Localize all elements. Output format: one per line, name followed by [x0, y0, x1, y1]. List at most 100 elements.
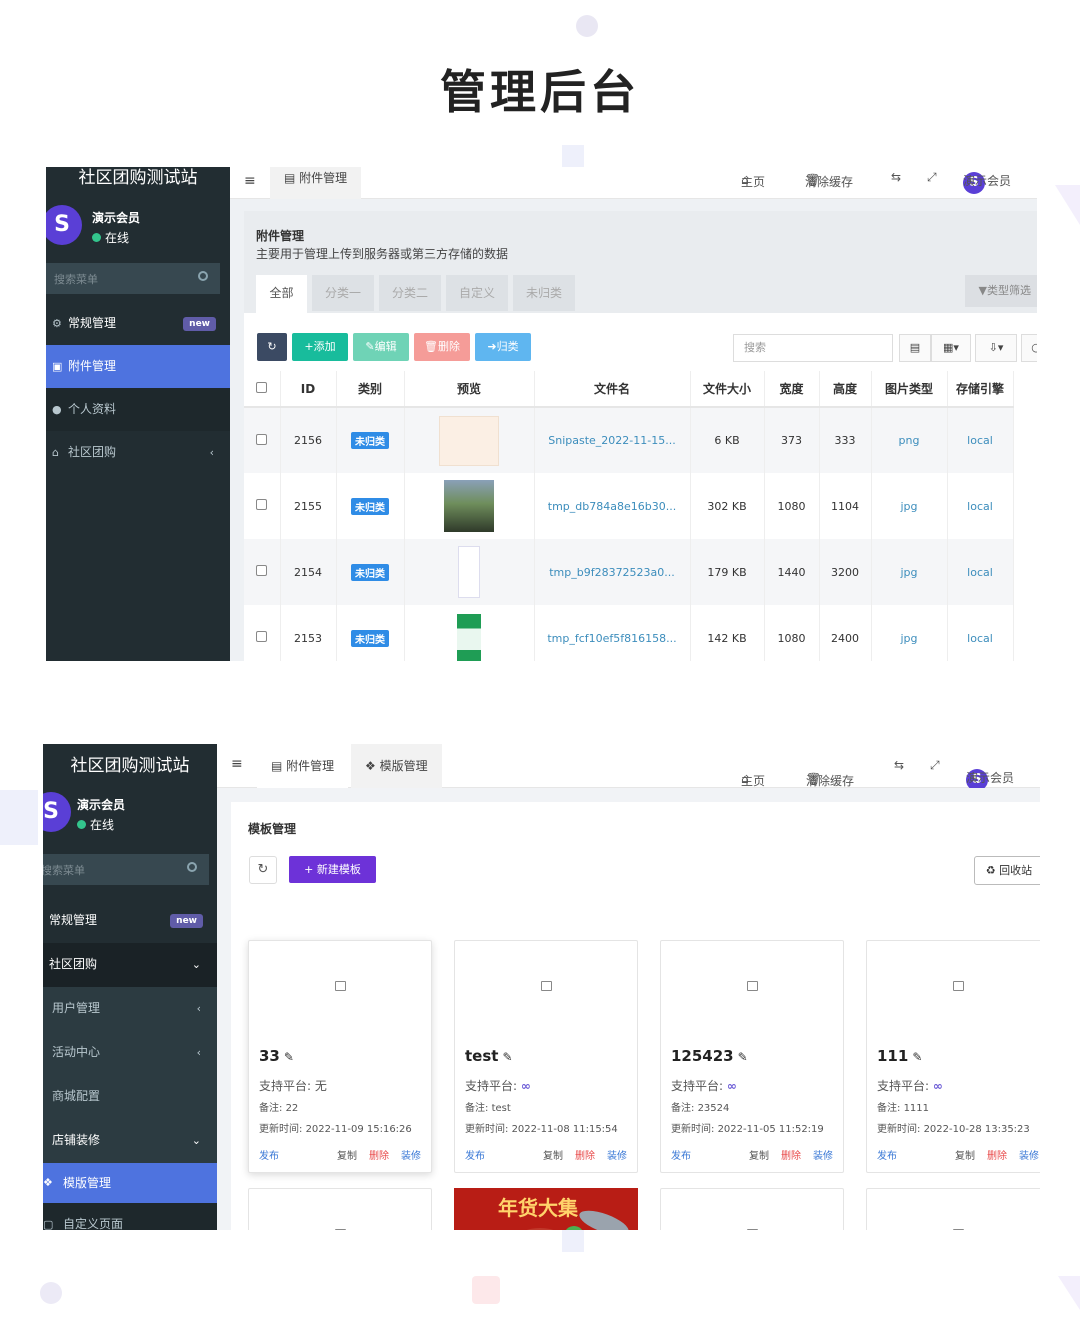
delete-link[interactable]: 删除 [575, 1147, 595, 1162]
col-storage[interactable]: 存储引擎 [947, 371, 1014, 408]
col-width[interactable]: 宽度 [764, 371, 820, 408]
table-row[interactable]: 2155 未归类 tmp_db784a8e16b30... 302 KB 108… [244, 473, 1014, 539]
new-template-button[interactable]: + 新建模板 [289, 856, 376, 883]
copy-link[interactable]: 复制 [955, 1147, 975, 1162]
template-thumbnail[interactable] [661, 941, 843, 1037]
template-thumbnail[interactable] [867, 941, 1040, 1037]
decorate-link[interactable]: 装修 [1019, 1147, 1039, 1162]
sidebar-item-community[interactable]: ⌂ 社区团购 ‹ [46, 431, 230, 474]
row-checkbox[interactable] [256, 433, 268, 445]
publish-link[interactable]: 发布 [877, 1147, 897, 1162]
col-height[interactable]: 高度 [819, 371, 872, 408]
storage-link[interactable]: local [967, 566, 993, 579]
type-link[interactable]: png [899, 434, 920, 447]
type-link[interactable]: jpg [900, 500, 917, 513]
preview-thumbnail[interactable] [439, 415, 499, 466]
table-row[interactable]: 2156 未归类 Snipaste_2022-11-15... 6 KB 373… [244, 407, 1014, 473]
template-card[interactable]: 125423 ✎ 支持平台: ∞ 备注: 23524 更新时间: 2022-11-… [660, 940, 844, 1173]
filename-link[interactable]: tmp_fcf10ef5f816158... [547, 632, 676, 645]
col-filename[interactable]: 文件名 [534, 371, 691, 408]
search-icon[interactable] [187, 862, 197, 872]
translate-icon[interactable]: ⇆ [894, 758, 904, 772]
edit-pencil-icon[interactable]: ✎ [912, 1050, 922, 1064]
edit-pencil-icon[interactable]: ✎ [502, 1050, 512, 1064]
delete-button[interactable]: 🗑删除 [414, 333, 470, 361]
menu-search-input[interactable]: 搜索菜单 [43, 854, 209, 885]
sidebar-item-mall-config[interactable]: 商城配置 [43, 1075, 217, 1119]
decorate-link[interactable]: 装修 [401, 1147, 421, 1162]
tab-attachment[interactable]: ▤ 附件管理 [257, 744, 349, 788]
toggle-view-button[interactable]: ▤ [899, 334, 931, 362]
columns-button[interactable]: ▦▾ [931, 334, 971, 362]
delete-link[interactable]: 删除 [987, 1147, 1007, 1162]
fullscreen-icon[interactable]: ⤢ [930, 758, 940, 773]
storage-link[interactable]: local [967, 632, 993, 645]
sidebar-item-general[interactable]: ⚙ 常规管理 new [46, 302, 230, 345]
template-card[interactable]: 33 ✎ 支持平台: 无 备注: 22 更新时间: 2022-11-09 15:1… [248, 940, 432, 1173]
template-thumbnail[interactable] [867, 1189, 1040, 1230]
brand-title[interactable]: 社区团购测试站 [43, 744, 217, 788]
template-card[interactable] [866, 1188, 1040, 1230]
sidebar-item-general[interactable]: 常规管理 new [43, 899, 217, 943]
export-button[interactable]: ⇩▾ [975, 334, 1017, 362]
col-size[interactable]: 文件大小 [690, 371, 765, 408]
template-thumbnail[interactable] [249, 1189, 431, 1230]
sidebar-item-users[interactable]: 用户管理 ‹ [43, 987, 217, 1031]
decorate-link[interactable]: 装修 [607, 1147, 627, 1162]
col-category[interactable]: 类别 [336, 371, 405, 408]
refresh-button[interactable]: ↻ [249, 856, 277, 884]
template-thumbnail[interactable] [455, 941, 637, 1037]
sidebar-item-templates[interactable]: ❖ 模版管理 [43, 1163, 217, 1203]
filename-link[interactable]: Snipaste_2022-11-15... [548, 434, 675, 447]
template-thumbnail[interactable] [249, 941, 431, 1037]
type-filter-button[interactable]: ▼类型筛选 [964, 275, 1037, 307]
recycle-bin-button[interactable]: ♻ 回收站 [974, 856, 1040, 885]
type-link[interactable]: jpg [900, 632, 917, 645]
row-checkbox[interactable] [256, 565, 268, 576]
delete-link[interactable]: 删除 [369, 1147, 389, 1162]
type-link[interactable]: jpg [900, 566, 917, 579]
tab-category-1[interactable]: 分类一 [312, 275, 374, 311]
sidebar-item-profile[interactable]: ● 个人资料 [46, 388, 230, 431]
tab-category-2[interactable]: 分类二 [379, 275, 441, 311]
publish-link[interactable]: 发布 [671, 1147, 691, 1162]
tab-attachment[interactable]: ▤ 附件管理 [270, 167, 362, 199]
row-checkbox[interactable] [256, 499, 268, 510]
fullscreen-icon[interactable]: ⤢ [927, 170, 937, 185]
filename-link[interactable]: tmp_b9f28372523a0... [549, 566, 675, 579]
preview-thumbnail[interactable] [457, 614, 481, 661]
template-card[interactable]: test ✎ 支持平台: ∞ 备注: test 更新时间: 2022-11-08 … [454, 940, 638, 1173]
decorate-link[interactable]: 装修 [813, 1147, 833, 1162]
edit-button[interactable]: ✎编辑 [353, 333, 409, 361]
template-card[interactable] [248, 1188, 432, 1230]
tab-custom[interactable]: 自定义 [446, 275, 508, 311]
template-thumbnail[interactable] [661, 1189, 843, 1230]
copy-link[interactable]: 复制 [543, 1147, 563, 1162]
sidebar-item-decoration[interactable]: 店铺装修 ⌄ [43, 1119, 217, 1163]
classify-button[interactable]: ➜归类 [475, 333, 531, 361]
translate-icon[interactable]: ⇆ [891, 170, 901, 184]
edit-pencil-icon[interactable]: ✎ [738, 1050, 748, 1064]
delete-link[interactable]: 删除 [781, 1147, 801, 1162]
hamburger-icon[interactable]: ≡ [231, 756, 243, 772]
edit-pencil-icon[interactable]: ✎ [284, 1050, 294, 1064]
preview-thumbnail[interactable] [458, 546, 480, 598]
publish-link[interactable]: 发布 [465, 1147, 485, 1162]
search-icon[interactable] [198, 271, 208, 281]
menu-search-input[interactable]: 搜索菜单 [46, 263, 220, 294]
hamburger-icon[interactable]: ≡ [244, 173, 256, 189]
col-id[interactable]: ID [280, 371, 337, 408]
template-card[interactable] [660, 1188, 844, 1230]
select-all-checkbox[interactable] [256, 381, 268, 393]
storage-link[interactable]: local [967, 434, 993, 447]
tab-templates[interactable]: ❖ 模版管理 [351, 744, 442, 788]
sidebar-item-custom-page[interactable]: ▢ 自定义页面 [43, 1203, 217, 1230]
search-toggle-button[interactable]: ○ [1021, 334, 1037, 362]
copy-link[interactable]: 复制 [337, 1147, 357, 1162]
add-button[interactable]: +添加 [292, 333, 348, 361]
table-row[interactable]: 2154 未归类 tmp_b9f28372523a0... 179 KB 144… [244, 539, 1014, 605]
refresh-button[interactable]: ↻ [257, 333, 287, 361]
sidebar-item-attachment[interactable]: ▣ 附件管理 [46, 345, 230, 388]
row-checkbox[interactable] [256, 631, 268, 642]
filename-link[interactable]: tmp_db784a8e16b30... [548, 500, 676, 513]
